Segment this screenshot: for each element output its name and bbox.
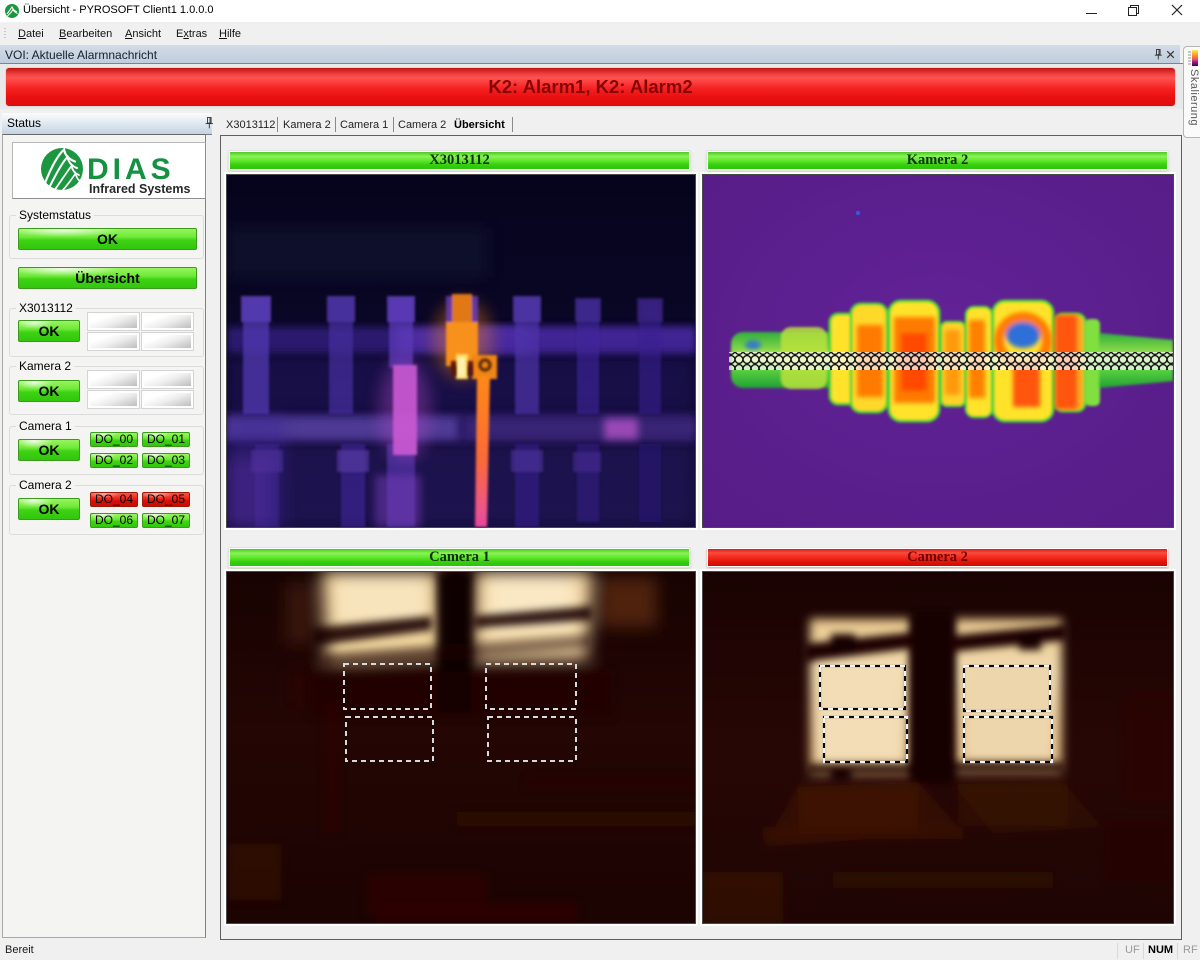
svg-text:Infrared Systems: Infrared Systems [89,182,190,196]
